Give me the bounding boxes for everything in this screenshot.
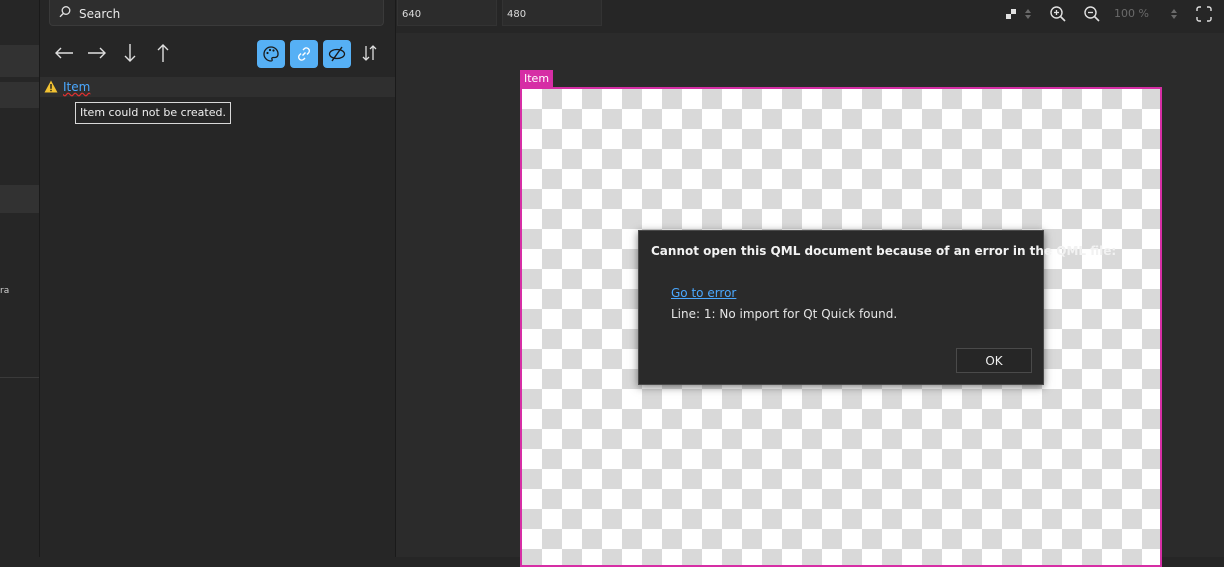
search-input[interactable]: Search	[49, 0, 384, 26]
move-right-button[interactable]	[83, 38, 111, 68]
dialog-title: Cannot open this QML document because of…	[651, 244, 1117, 258]
tree-item-row[interactable]: Item	[40, 77, 395, 97]
left-strip-divider	[0, 377, 39, 378]
navigator-panel: Search Item Item could not be created.	[40, 0, 396, 557]
chevron-up-down-icon	[1171, 9, 1177, 19]
navigator-toolbar	[40, 38, 395, 70]
background-color-button[interactable]	[1002, 4, 1020, 24]
warning-icon	[44, 80, 58, 93]
left-side-panel: ra	[0, 0, 40, 557]
zoom-out-button[interactable]	[1082, 4, 1102, 24]
show-connections-toggle[interactable]	[290, 40, 318, 68]
show-colors-toggle[interactable]	[257, 40, 285, 68]
visibility-off-icon	[328, 46, 346, 62]
zoom-level-select[interactable]: 100 %	[1114, 7, 1149, 20]
left-strip-band	[0, 45, 39, 77]
zoom-out-icon	[1084, 6, 1100, 22]
error-tooltip: Item could not be created.	[75, 102, 231, 124]
sort-icon	[362, 45, 377, 61]
width-field[interactable]: 640	[397, 0, 497, 26]
sort-button[interactable]	[356, 38, 384, 68]
height-field[interactable]: 480	[502, 0, 602, 26]
tree-item-label[interactable]: Item	[63, 80, 90, 94]
move-down-button[interactable]	[116, 38, 144, 68]
palette-icon	[263, 46, 279, 62]
fit-to-screen-button[interactable]	[1194, 4, 1214, 24]
error-dialog: Cannot open this QML document because of…	[638, 230, 1116, 385]
move-left-button[interactable]	[50, 38, 78, 68]
zoom-dropdown[interactable]	[1168, 4, 1180, 24]
selected-item-tag: Item	[520, 70, 554, 88]
arrow-down-icon	[124, 44, 136, 62]
search-placeholder: Search	[79, 7, 121, 21]
left-strip-band[interactable]	[0, 185, 39, 213]
link-icon	[298, 47, 310, 61]
hide-invisible-toggle[interactable]	[323, 40, 351, 68]
arrow-up-icon	[157, 44, 169, 62]
left-strip-band[interactable]	[0, 82, 39, 108]
go-to-error-link[interactable]: Go to error	[671, 286, 736, 300]
ok-button[interactable]: OK	[956, 348, 1032, 373]
chevron-up-down-icon	[1025, 9, 1031, 19]
arrow-right-icon	[88, 47, 106, 59]
move-up-button[interactable]	[149, 38, 177, 68]
background-dropdown[interactable]	[1022, 4, 1034, 24]
arrow-left-icon	[55, 47, 73, 59]
canvas-toolbar: 640 480 100 %	[396, 0, 1224, 33]
left-strip-text: ra	[0, 286, 10, 296]
dialog-message: Line: 1: No import for Qt Quick found.	[671, 307, 898, 321]
zoom-in-icon	[1050, 6, 1066, 22]
background-color-icon	[1006, 9, 1016, 19]
zoom-in-button[interactable]	[1048, 4, 1068, 24]
fit-to-screen-icon	[1196, 6, 1212, 22]
search-icon	[59, 6, 71, 18]
